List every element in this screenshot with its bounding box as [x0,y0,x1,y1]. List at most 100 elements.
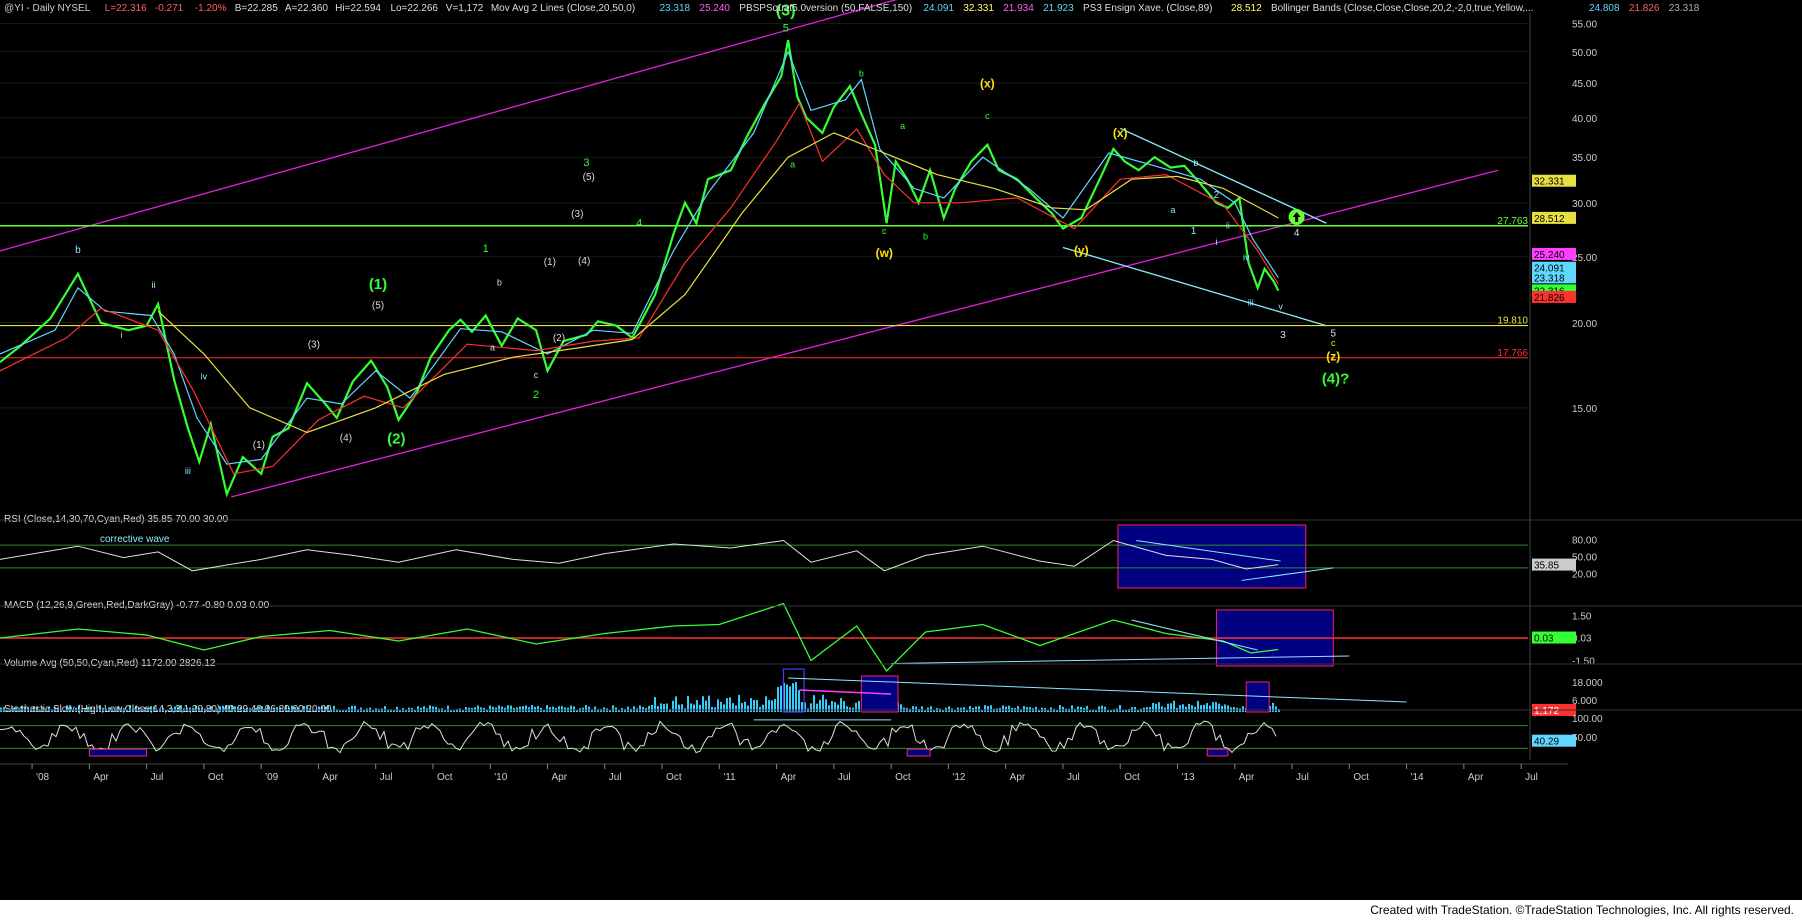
trend-line [231,169,1499,498]
price-pane[interactable]: (3)5biiiiviii(1)(3)(4)(5)(1)(2)1bac2(1)(… [0,0,1528,498]
wave-label: (5) [372,300,384,311]
volume-bar [987,706,989,712]
volume-bar [588,706,590,712]
volume-bar [816,703,818,712]
volume-bar [612,705,614,712]
time-tick-label: Jul [1067,772,1080,783]
rsi-pane[interactable]: 80.0050.0020.0035.85RSI (Close,14,30,70,… [0,514,1597,589]
header-segment: 23.318 [660,3,691,14]
volume-bar [828,705,830,712]
wave-label: (2) [387,430,405,447]
volume-bar [333,705,335,712]
volume-bar [1008,705,1010,712]
volume-bar [1134,706,1136,712]
wave-label: 2 [1214,190,1220,201]
volume-bar [519,706,521,712]
wave-label: (1) [369,276,387,293]
volume-bar [786,684,788,712]
volume-bar [546,705,548,712]
time-tick-label: '13 [1181,772,1194,783]
time-tick-label: '12 [952,772,965,783]
macd-value: 0.03 [1534,634,1554,645]
volume-bar [846,706,848,712]
price-label: 21.826 [1534,293,1565,304]
volume-bar [975,706,977,712]
time-tick-label: Oct [1353,772,1369,783]
volume-bar [762,704,764,712]
wave-label: b [859,68,864,78]
time-tick-label: Apr [322,772,338,783]
volume-bar [1104,706,1106,712]
series-fast_ma [0,50,1279,465]
price-tick-label: 15.00 [1572,404,1597,415]
volume-bar [723,704,725,712]
volume-bar [921,706,923,712]
volume-bar [648,705,650,712]
wave-label: b [923,232,928,242]
volume-bar [507,705,509,712]
wave-label: (z) [1326,350,1340,364]
time-tick-label: Apr [1468,772,1484,783]
header-segment: 23.318 [1669,3,1700,14]
macd-pane[interactable]: 1.500.03-1.500.03MACD (12,26,9,Green,Red… [0,600,1595,673]
volume-bar [435,706,437,712]
volume-bar [1005,706,1007,712]
price-tick-label: 35.00 [1572,153,1597,164]
wave-label: (4)? [1322,370,1350,387]
time-tick-label: Oct [1124,772,1140,783]
macd-tick-label: -1.50 [1572,657,1595,668]
volume-bar [1179,705,1181,712]
wave-label: b [1193,158,1198,168]
volume-bar [1077,706,1079,712]
time-tick-label: Oct [208,772,224,783]
level-label: 19.810 [1497,316,1528,327]
volume-bar [1242,706,1244,712]
volume-bar [660,703,662,712]
rsi-value: 35.85 [1534,561,1559,572]
rsi-tick-label: 20.00 [1572,570,1597,581]
wave-label: 1 [483,243,489,255]
volume-bar [522,706,524,712]
volume-bar [813,695,815,712]
wave-label: (4) [340,433,352,444]
header-segment: A=22.360 [285,3,329,14]
header-segment: -0.271 [155,3,184,14]
stoch-highlight-box [88,748,148,757]
wave-label: (3) [308,339,320,350]
stoch-highlight-box [1206,748,1229,757]
volume-bar [693,704,695,712]
volume-bar [681,704,683,712]
rsi-note: corrective wave [100,534,170,545]
volume-bar [1275,706,1277,712]
volume-bar [711,706,713,712]
volume-bar [1152,703,1154,712]
volume-bar [1278,709,1280,712]
header-segment: 21.923 [1043,3,1074,14]
volume-bar [789,686,791,712]
volume-bar [1212,702,1214,712]
volume-bar [747,705,749,712]
volume-bar [1071,705,1073,712]
volume-bar [657,706,659,712]
stoch-tick-label: 100.00 [1572,714,1603,725]
level-label: 17.766 [1497,348,1528,359]
volume-bar [1119,705,1121,712]
volume-bar [741,702,743,712]
wave-label: iv [1243,252,1250,262]
wave-label: a [790,160,795,170]
volume-bar [396,706,398,712]
chart-header: @YI - Daily NYSEL L=22.316 -0.271 -1.20% B=2… [4,3,1700,14]
wave-label: 3 [1280,330,1286,341]
volume-bar [384,706,386,712]
volume-bar [1188,703,1190,712]
volume-bar [1086,705,1088,712]
volume-bar [837,704,839,712]
wave-label: 4 [1294,228,1300,239]
wave-label: c [534,370,539,380]
time-tick-label: Jul [838,772,851,783]
volume-bar [1272,702,1274,712]
header-segment: 21.826 [1629,3,1660,14]
wave-label: 4 [636,217,642,229]
volume-bar [525,705,527,712]
volume-bar [1035,706,1037,712]
